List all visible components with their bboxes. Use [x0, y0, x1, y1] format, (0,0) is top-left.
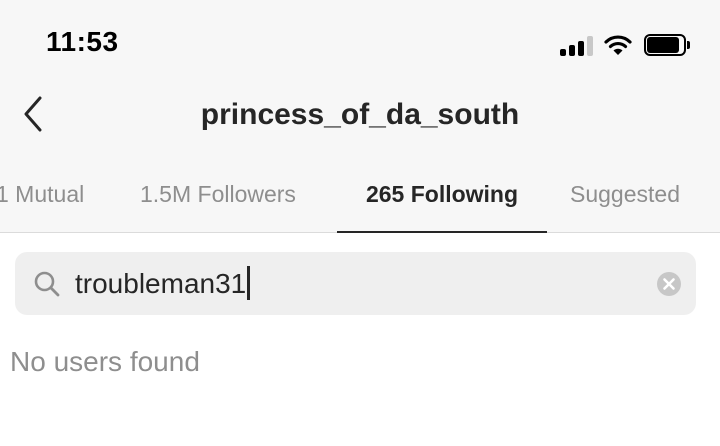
tab-following-label: 265 Following: [365, 181, 519, 207]
search-bar[interactable]: [15, 252, 696, 315]
tab-mutual-label: 1 Mutual: [0, 181, 85, 207]
tab-mutual[interactable]: 1 Mutual: [0, 178, 100, 233]
signal-bar: [587, 36, 593, 56]
text-caret: [247, 266, 250, 300]
tab-following[interactable]: 265 Following: [337, 178, 547, 233]
header-area: 11:53 princess_of_da_south 1 Mutual 1.5M…: [0, 0, 720, 233]
search-input[interactable]: [75, 264, 635, 304]
tab-suggested[interactable]: Suggested: [570, 178, 710, 233]
search-icon: [34, 271, 60, 297]
tab-suggested-label: Suggested: [570, 181, 680, 207]
tab-followers[interactable]: 1.5M Followers: [140, 178, 320, 233]
page-title: princess_of_da_south: [200, 98, 520, 131]
signal-bar: [569, 45, 575, 56]
tab-followers-label: 1.5M Followers: [140, 181, 296, 207]
status-time: 11:53: [46, 26, 119, 57]
clear-icon[interactable]: [656, 271, 682, 297]
wifi-icon: [604, 35, 632, 55]
no-results-message: No users found: [10, 346, 200, 377]
cellular-signal-icon: [560, 34, 594, 56]
signal-bar: [560, 49, 566, 56]
battery-icon: [644, 34, 690, 56]
tab-bar: 1 Mutual 1.5M Followers 265 Following Su…: [0, 178, 720, 233]
signal-bar: [578, 41, 584, 56]
status-icons: [560, 32, 690, 56]
